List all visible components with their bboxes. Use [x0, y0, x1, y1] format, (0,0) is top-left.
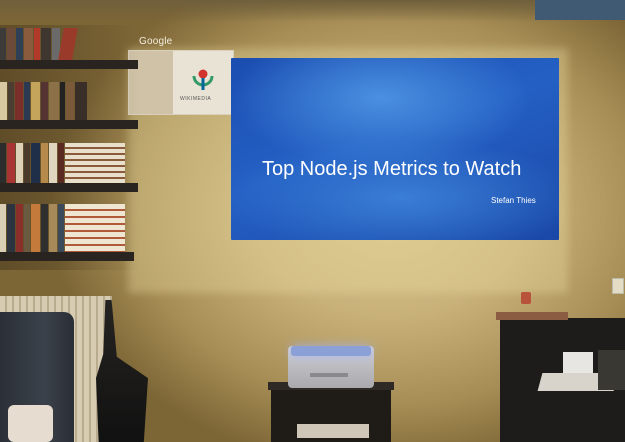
slide-title: Top Node.js Metrics to Watch	[262, 158, 522, 180]
wikimedia-logo-icon	[192, 69, 214, 90]
projector-vent	[310, 373, 348, 377]
ceiling-shadow	[0, 0, 625, 22]
thumbnail-label[interactable]: Google	[139, 36, 172, 47]
tab-thumbnail[interactable]	[128, 50, 234, 115]
pillow	[8, 405, 53, 442]
cup	[521, 292, 531, 304]
book-row	[0, 204, 126, 252]
book-row	[0, 82, 88, 120]
shelf-board	[0, 183, 138, 192]
book-row	[0, 28, 78, 60]
presentation-slide[interactable]	[231, 58, 559, 240]
table-drawer	[297, 424, 369, 438]
window-corner	[535, 0, 625, 20]
projector-light	[291, 346, 371, 356]
slide-author: Stefan Thies	[491, 196, 536, 205]
desk-shelf	[496, 312, 568, 320]
book-row	[0, 143, 126, 183]
shelf-board	[0, 60, 138, 69]
shelf-board	[0, 120, 138, 129]
wikimedia-logo-text: WIKIMEDIA	[180, 96, 212, 102]
lamp-base	[598, 350, 625, 390]
wall-socket	[612, 278, 624, 294]
shelf-board	[0, 252, 134, 261]
